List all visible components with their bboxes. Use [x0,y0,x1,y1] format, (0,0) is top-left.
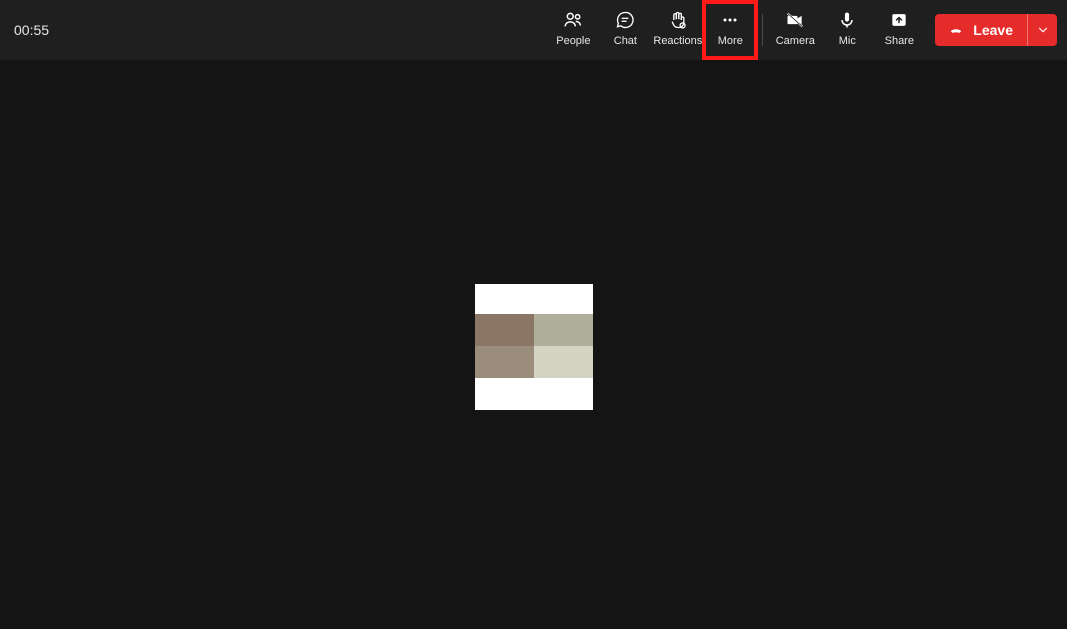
more-button[interactable]: More [704,4,756,56]
reactions-label: Reactions [653,34,702,48]
more-icon [718,8,742,32]
share-button[interactable]: Share [873,4,925,56]
people-label: People [556,34,590,48]
mic-button[interactable]: Mic [821,4,873,56]
leave-button[interactable]: Leave [935,14,1027,46]
camera-off-icon [783,8,807,32]
reactions-button[interactable]: Reactions [651,4,704,56]
meeting-stage [0,60,1067,629]
raise-hand-icon [666,8,690,32]
share-label: Share [885,34,914,48]
leave-dropdown[interactable] [1027,14,1057,46]
more-label: More [718,34,743,48]
mic-icon [835,8,859,32]
camera-button[interactable]: Camera [769,4,821,56]
leave-group: Leave [935,14,1057,46]
mic-label: Mic [839,34,856,48]
participant-avatar [475,284,593,410]
leave-label: Leave [973,22,1013,38]
camera-label: Camera [776,34,815,48]
share-icon [887,8,911,32]
chat-button[interactable]: Chat [599,4,651,56]
call-duration: 00:55 [14,22,49,38]
chat-label: Chat [614,34,637,48]
people-button[interactable]: People [547,4,599,56]
toolbar-separator [762,14,763,46]
chat-icon [613,8,637,32]
people-icon [561,8,585,32]
meeting-toolbar: 00:55 People Chat [0,0,1067,60]
